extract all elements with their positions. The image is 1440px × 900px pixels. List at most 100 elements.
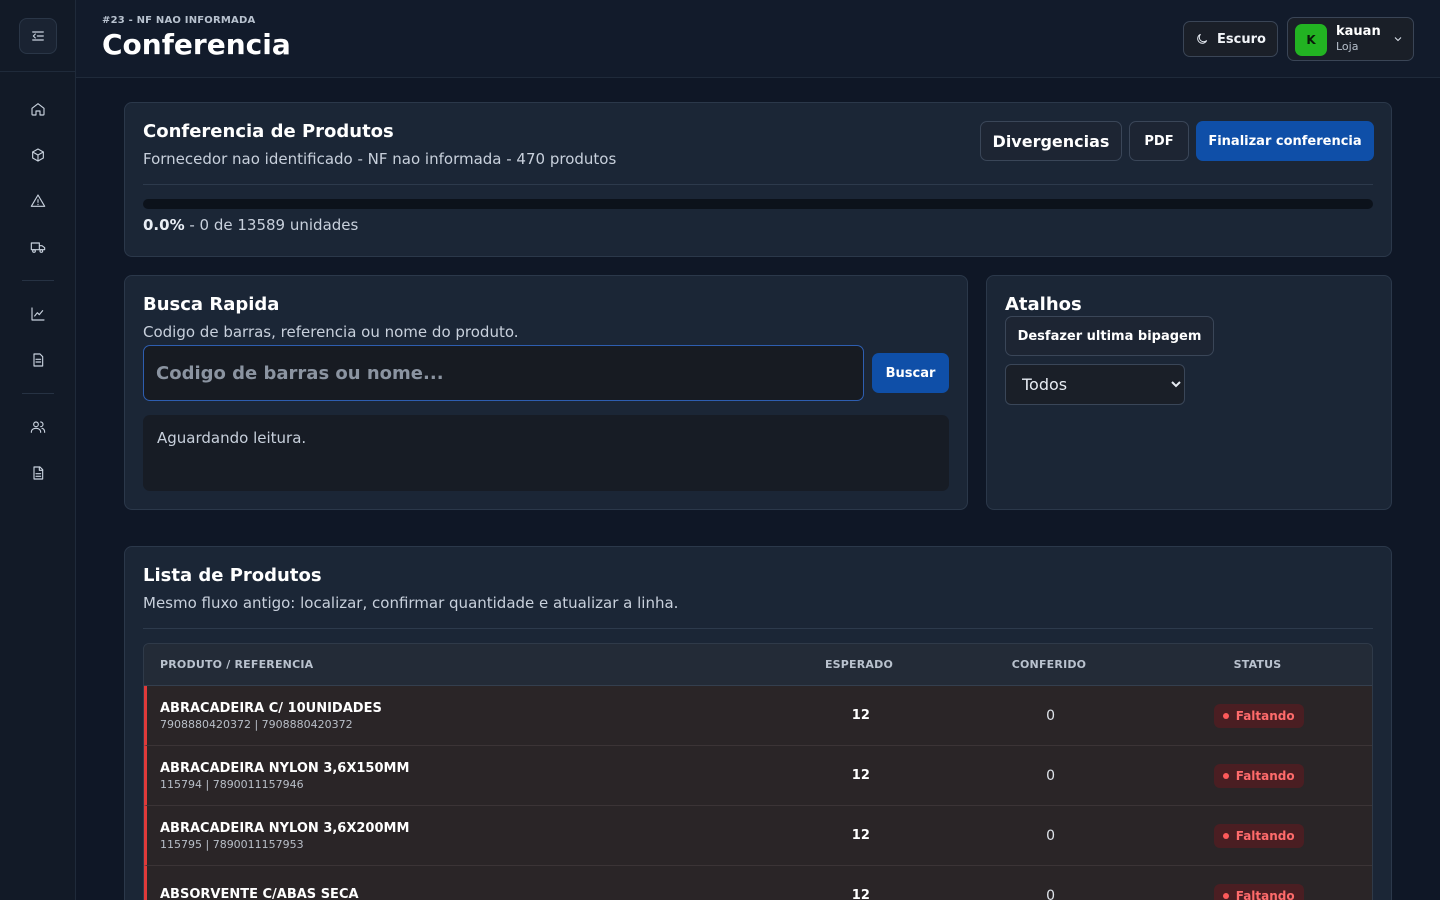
status-dot-icon	[1222, 892, 1229, 899]
package-icon	[31, 148, 44, 162]
status-cell: Faltando	[1145, 763, 1372, 788]
sidebar-separator	[21, 280, 54, 281]
product-name: ABSORVENTE C/ABAS SECA	[160, 887, 359, 900]
divergencias-button[interactable]: Divergencias	[980, 121, 1122, 161]
expected-qty: 12	[851, 828, 870, 843]
status-badge: Faltando	[1213, 823, 1304, 848]
expected-qty: 12	[851, 888, 870, 900]
status-dot-icon	[1222, 712, 1229, 719]
product-name: ABRACADEIRA NYLON 3,6X200MM	[160, 820, 410, 836]
product-reference: 115794 | 7890011157946	[160, 777, 304, 791]
status-label: Faltando	[1235, 888, 1295, 900]
sidebar-item-deliveries[interactable]	[0, 224, 75, 270]
search-subtitle: Codigo de barras, referencia ou nome do …	[143, 323, 519, 341]
checked-qty: 0	[1046, 767, 1055, 784]
product-cell: ABRACADEIRA C/ 10UNIDADES 7908880420372 …	[147, 701, 766, 731]
table-row[interactable]: ABRACADEIRA NYLON 3,6X150MM 115794 | 789…	[144, 746, 1372, 806]
status-label: Faltando	[1235, 708, 1295, 723]
product-name: ABRACADEIRA NYLON 3,6X150MM	[160, 760, 410, 776]
expected-qty: 12	[851, 708, 870, 723]
summary-divider	[143, 184, 1373, 185]
checked-qty: 0	[1046, 827, 1055, 844]
sidebar-item-reports[interactable]	[0, 291, 75, 337]
status-dot-icon	[1222, 772, 1229, 779]
scan-status: Aguardando leitura.	[143, 415, 949, 491]
checked-qty: 0	[1046, 707, 1055, 724]
product-reference: 115795 | 7890011157953	[160, 837, 304, 851]
pdf-button[interactable]: PDF	[1129, 121, 1189, 161]
table-row[interactable]: ABRACADEIRA C/ 10UNIDADES 7908880420372 …	[144, 686, 1372, 746]
collapse-sidebar-icon	[31, 30, 44, 41]
column-header-checked[interactable]: CONFERIDO	[954, 658, 1144, 671]
user-name: kauan	[1336, 24, 1381, 39]
chevron-down-icon	[1394, 37, 1402, 42]
moon-icon	[1197, 33, 1208, 44]
home-icon	[30, 103, 45, 116]
avatar: K	[1295, 24, 1327, 56]
products-subtitle: Mesmo fluxo antigo: localizar, confirmar…	[143, 594, 679, 612]
finalize-button[interactable]: Finalizar conferencia	[1196, 121, 1374, 161]
theme-label: Escuro	[1217, 31, 1266, 47]
chart-icon	[30, 307, 45, 321]
status-label: Faltando	[1235, 828, 1295, 843]
column-header-expected[interactable]: ESPERADO	[764, 658, 954, 671]
products-title: Lista de Produtos	[143, 565, 322, 586]
document-icon	[32, 466, 43, 480]
undo-last-scan-button[interactable]: Desfazer ultima bipagem	[1005, 316, 1214, 356]
sidebar-top	[0, 0, 75, 72]
product-name: ABRACADEIRA C/ 10UNIDADES	[160, 700, 382, 716]
status-badge: Faltando	[1213, 763, 1304, 788]
status-label: Faltando	[1235, 768, 1295, 783]
sidebar-item-users[interactable]	[0, 404, 75, 450]
sidebar-item-files[interactable]	[0, 337, 75, 383]
table-header: PRODUTO / REFERENCIA ESPERADO CONFERIDO …	[144, 644, 1372, 686]
users-icon	[30, 421, 45, 433]
status-cell: Faltando	[1145, 703, 1372, 728]
search-input[interactable]	[143, 345, 864, 401]
status-cell: Faltando	[1145, 883, 1372, 900]
sidebar-item-home[interactable]	[0, 86, 75, 132]
status-filter-select[interactable]: Todos	[1005, 364, 1185, 405]
progress-percent: 0.0%	[143, 216, 185, 234]
sidebar-toggle-button[interactable]	[18, 17, 57, 54]
products-table: PRODUTO / REFERENCIA ESPERADO CONFERIDO …	[143, 643, 1373, 900]
page-subtitle: #23 - NF NAO INFORMADA	[102, 15, 256, 26]
user-role: Loja	[1336, 40, 1359, 53]
sidebar-item-documents[interactable]	[0, 450, 75, 496]
shortcuts-card: Atalhos Desfazer ultima bipagem Todos	[986, 275, 1392, 510]
search-card: Busca Rapida Codigo de barras, referenci…	[124, 275, 968, 510]
product-reference: 7908880420372 | 7908880420372	[160, 717, 353, 731]
truck-icon	[30, 242, 45, 253]
progress-bar	[143, 199, 1373, 209]
products-divider	[143, 628, 1373, 629]
table-row[interactable]: ABRACADEIRA NYLON 3,6X200MM 115795 | 789…	[144, 806, 1372, 866]
sidebar-nav	[0, 72, 75, 496]
summary-card: Conferencia de Produtos Fornecedor nao i…	[124, 102, 1392, 257]
alert-triangle-icon	[30, 194, 45, 207]
page-header: #23 - NF NAO INFORMADA Conferencia Escur…	[76, 0, 1440, 78]
product-cell: ABRACADEIRA NYLON 3,6X150MM 115794 | 789…	[147, 761, 766, 791]
progress-text: 0.0% - 0 de 13589 unidades	[143, 216, 358, 234]
user-menu[interactable]: K kauan Loja	[1287, 17, 1414, 61]
status-dot-icon	[1222, 832, 1229, 839]
column-header-status[interactable]: STATUS	[1144, 658, 1371, 671]
page-title: Conferencia	[102, 28, 291, 61]
expected-qty: 12	[851, 768, 870, 783]
checked-qty: 0	[1046, 887, 1055, 900]
status-badge: Faltando	[1213, 703, 1304, 728]
search-title: Busca Rapida	[143, 294, 280, 315]
sidebar-item-products[interactable]	[0, 132, 75, 178]
product-cell: ABRACADEIRA NYLON 3,6X200MM 115795 | 789…	[147, 821, 766, 851]
status-badge: Faltando	[1213, 883, 1304, 900]
shortcuts-title: Atalhos	[1005, 294, 1082, 315]
sidebar-separator	[21, 393, 54, 394]
search-button[interactable]: Buscar	[872, 353, 949, 393]
sidebar-item-alerts[interactable]	[0, 178, 75, 224]
file-icon	[32, 353, 43, 367]
table-row[interactable]: ABSORVENTE C/ABAS SECA 12 0 Faltando	[144, 866, 1372, 900]
sidebar	[0, 0, 76, 900]
column-header-product[interactable]: PRODUTO / REFERENCIA	[144, 658, 764, 671]
theme-toggle-button[interactable]: Escuro	[1183, 21, 1278, 57]
status-cell: Faltando	[1145, 823, 1372, 848]
product-cell: ABSORVENTE C/ABAS SECA	[147, 887, 766, 900]
